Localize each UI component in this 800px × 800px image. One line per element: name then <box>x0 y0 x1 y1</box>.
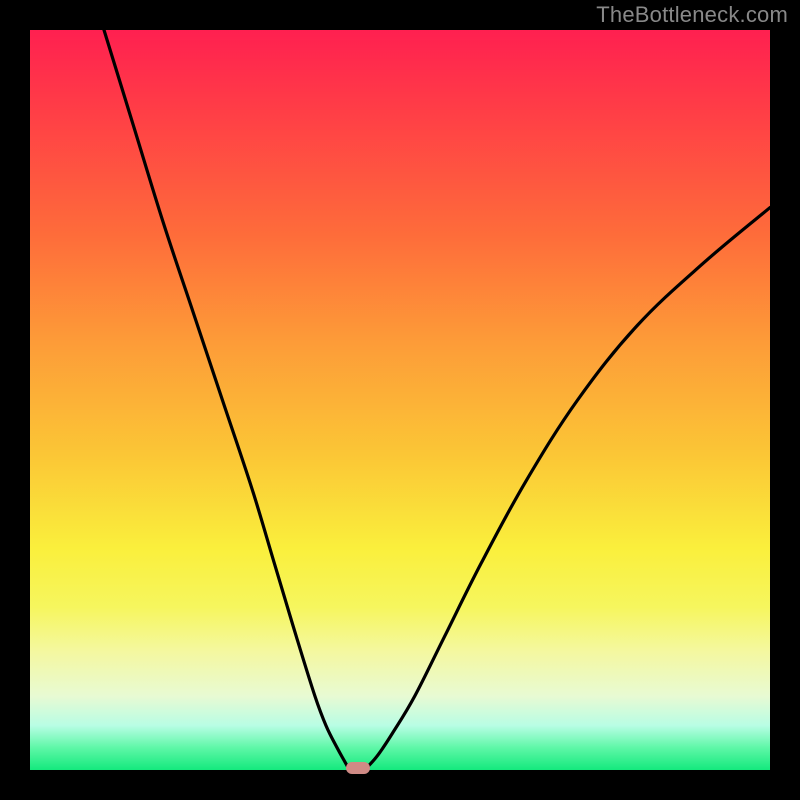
plot-area <box>30 30 770 770</box>
curve-left <box>104 30 348 768</box>
curve-svg <box>30 30 770 770</box>
chart-frame: TheBottleneck.com <box>0 0 800 800</box>
curve-right <box>367 208 770 768</box>
minimum-marker <box>346 762 370 774</box>
watermark-text: TheBottleneck.com <box>596 2 788 28</box>
